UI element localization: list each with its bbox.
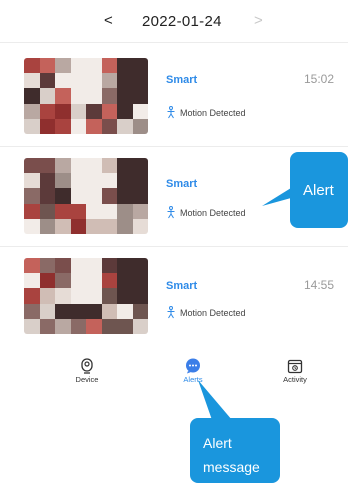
callout-line-2: message	[203, 459, 260, 475]
alert-message-callout: Alert message	[190, 418, 280, 483]
callout-pointer	[198, 188, 291, 420]
callout-line-1: Alert	[203, 435, 232, 451]
callout-text: Alert message	[203, 431, 260, 479]
